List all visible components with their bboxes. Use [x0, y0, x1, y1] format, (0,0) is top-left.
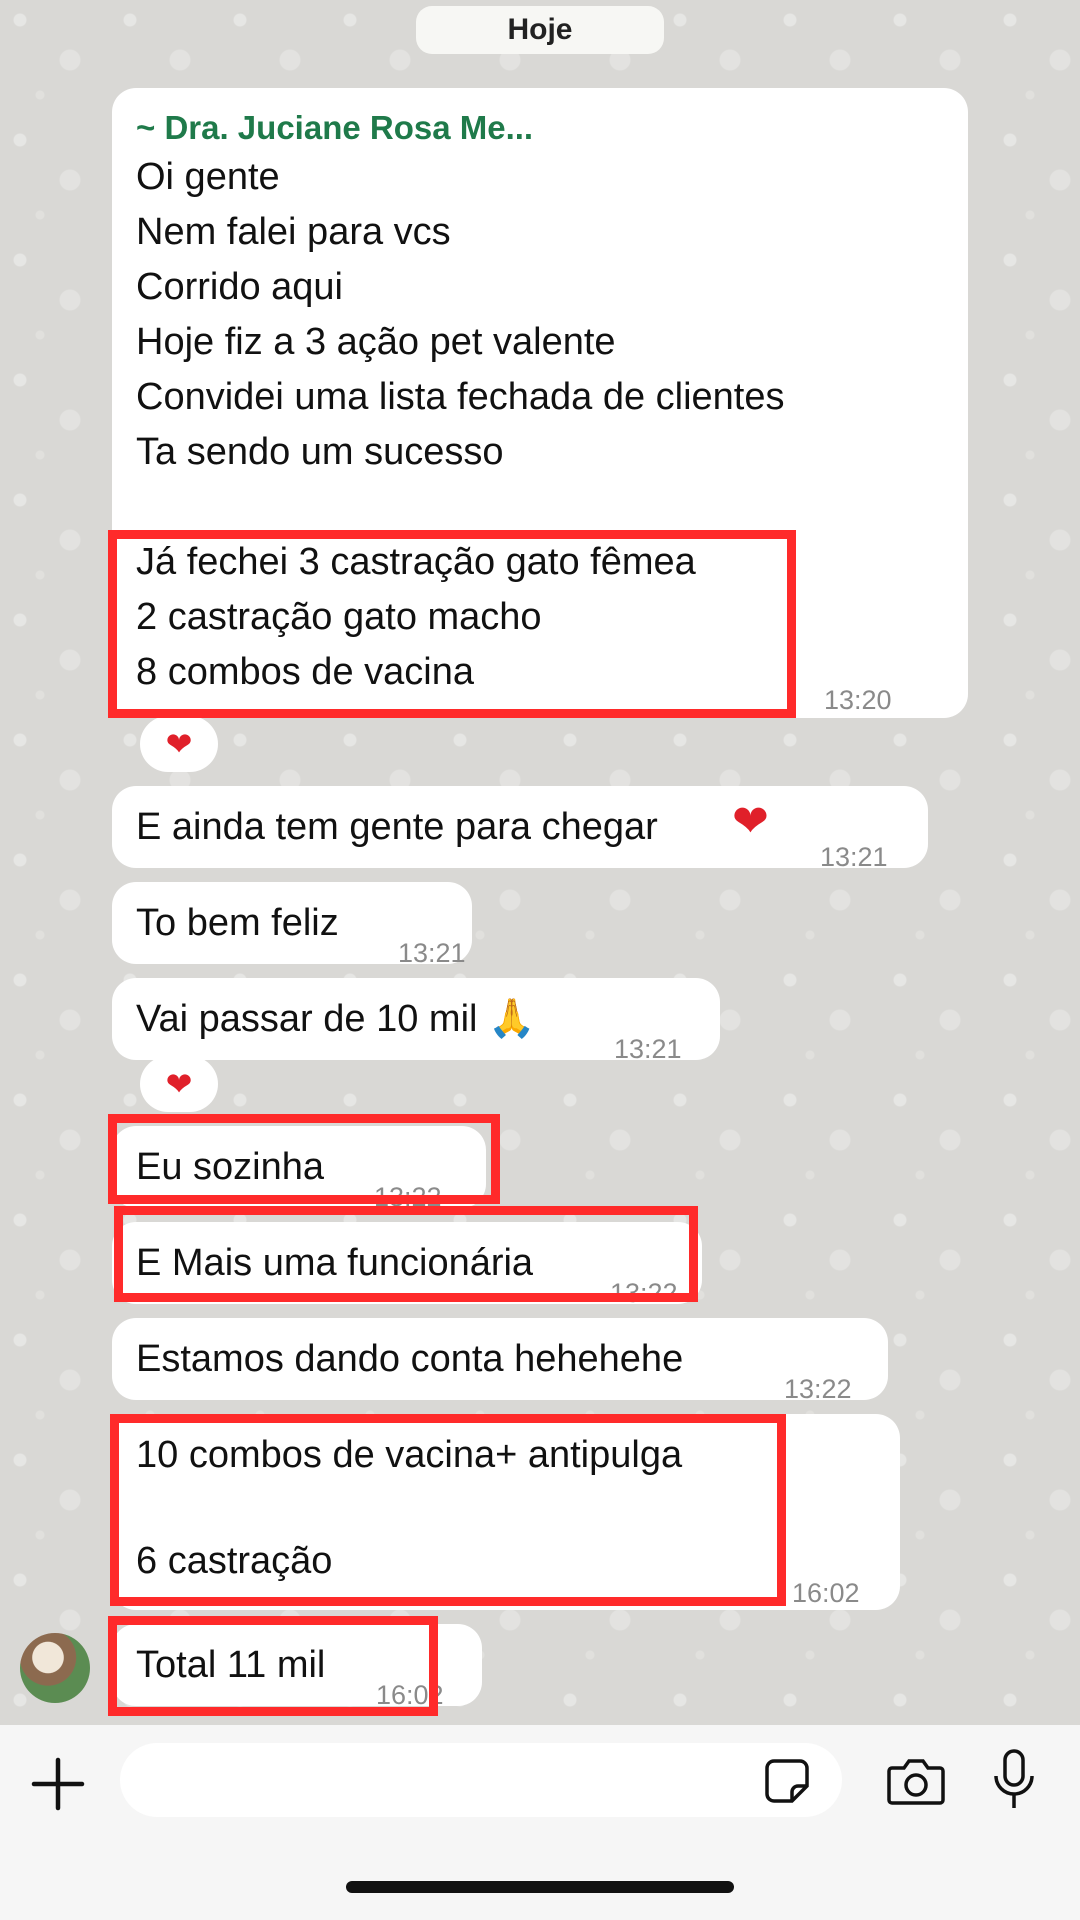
heart-icon: ❤ [732, 797, 769, 846]
highlight-box [108, 1114, 500, 1204]
heart-reaction[interactable]: ❤ [140, 1056, 218, 1112]
microphone-icon[interactable] [990, 1748, 1038, 1812]
message-bubble[interactable]: To bem feliz 13:21 [112, 882, 472, 968]
message-text: Estamos dando conta hehehehe [136, 1338, 684, 1380]
highlight-box [108, 1616, 438, 1716]
heart-icon: ❤ [165, 1066, 193, 1102]
plus-icon[interactable] [30, 1756, 86, 1812]
message-line: Hoje fiz a 3 ação pet valente [136, 321, 616, 363]
message-text: Vai passar de 10 mil 🙏 [136, 998, 536, 1040]
message-text: E ainda tem gente para chegar [136, 806, 658, 848]
message-bubble[interactable]: Vai passar de 10 mil 🙏 13:21 [112, 978, 720, 1064]
message-time: 13:21 [614, 1034, 682, 1064]
message-time: 13:21 [398, 938, 466, 968]
home-indicator [346, 1881, 734, 1893]
message-time: 13:22 [784, 1374, 852, 1404]
heart-reaction[interactable]: ❤ [140, 716, 218, 772]
message-line: Oi gente [136, 156, 280, 198]
date-chip: Hoje [416, 6, 664, 54]
heart-icon: ❤ [165, 726, 193, 762]
message-line: Ta sendo um sucesso [136, 431, 504, 473]
message-bubble[interactable]: Estamos dando conta hehehehe 13:22 [112, 1318, 888, 1404]
highlight-box [114, 1206, 698, 1302]
message-time: 13:20 [824, 685, 892, 715]
message-input[interactable] [120, 1743, 842, 1817]
highlight-box [110, 1414, 786, 1606]
sender-name: ~ Dra. Juciane Rosa Me... [136, 109, 534, 146]
highlight-box [108, 530, 796, 718]
message-text: To bem feliz [136, 902, 339, 944]
message-line: Convidei uma lista fechada de clientes [136, 376, 785, 418]
camera-icon[interactable] [886, 1756, 946, 1806]
message-line: Nem falei para vcs [136, 211, 451, 253]
message-line: Corrido aqui [136, 266, 343, 308]
message-time: 16:02 [792, 1578, 860, 1608]
message-time: 13:21 [820, 842, 888, 872]
avatar[interactable] [20, 1633, 90, 1703]
message-bubble[interactable]: E ainda tem gente para chegar ❤ 13:21 [112, 786, 928, 872]
sticker-icon[interactable] [764, 1758, 810, 1804]
